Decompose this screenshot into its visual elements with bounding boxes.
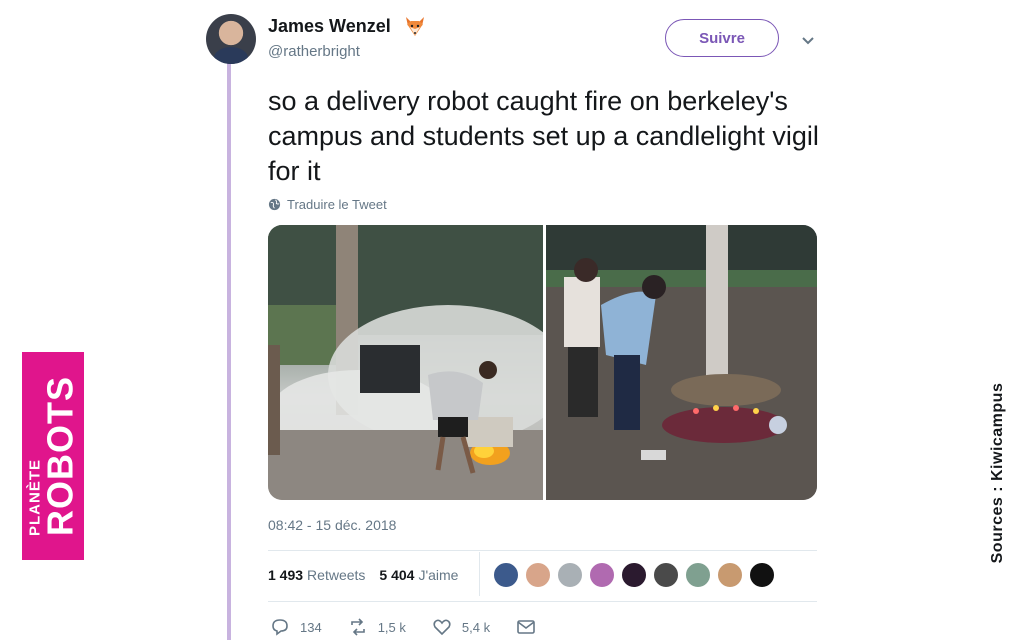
- photo-candlelight-vigil-icon: [546, 225, 817, 500]
- translate-tweet-link[interactable]: Traduire le Tweet: [268, 197, 387, 212]
- avatar-icon[interactable]: [685, 562, 711, 588]
- photo-candlelight-vigil[interactable]: [546, 225, 817, 500]
- photo-robot-fire[interactable]: [268, 225, 543, 500]
- avatar-icon[interactable]: [653, 562, 679, 588]
- reply-count: 134: [300, 619, 322, 635]
- tweet-media[interactable]: [268, 225, 817, 500]
- retweet-count: 1,5 k: [377, 619, 406, 635]
- chevron-down-icon[interactable]: [800, 32, 816, 48]
- globe-icon: [268, 198, 281, 211]
- reply-icon: [272, 619, 288, 636]
- likes-label: J'aime: [418, 567, 459, 583]
- retweets-label: Retweets: [307, 567, 366, 583]
- thread-line: [227, 62, 231, 640]
- envelope-icon: [517, 620, 535, 634]
- avatar-icon[interactable]: [557, 562, 583, 588]
- retweets-stat[interactable]: 1 493 Retweets: [268, 567, 365, 583]
- sources-credit: Sources : Kiwicampus: [989, 382, 1006, 564]
- reply-button[interactable]: 134: [270, 617, 322, 637]
- display-name[interactable]: James Wenzel: [268, 16, 391, 37]
- heart-icon: [433, 619, 451, 636]
- brand-logo: PLANÈTE ROBOTS: [27, 375, 81, 537]
- like-count: 5,4 k: [461, 619, 491, 635]
- brand-line2: ROBOTS: [39, 375, 81, 537]
- direct-message-button[interactable]: [516, 617, 536, 637]
- avatar-icon[interactable]: [621, 562, 647, 588]
- avatar-icon[interactable]: [589, 562, 615, 588]
- user-handle[interactable]: @ratherbright: [268, 43, 360, 60]
- photo-robot-fire-icon: [268, 225, 543, 500]
- like-button[interactable]: 5,4 k: [432, 617, 490, 637]
- divider: [268, 601, 817, 602]
- tweet-stats: 1 493 Retweets 5 404 J'aime: [268, 567, 472, 583]
- retweet-button[interactable]: 1,5 k: [348, 617, 406, 637]
- user-avatar[interactable]: [206, 14, 256, 64]
- tweet-timestamp[interactable]: 08:42 - 15 déc. 2018: [268, 517, 396, 533]
- follow-button[interactable]: Suivre: [665, 19, 779, 57]
- fox-face-icon: [406, 17, 424, 36]
- tweet-text: so a delivery robot caught fire on berke…: [268, 86, 819, 186]
- stats-divider: [479, 552, 480, 596]
- avatar-icon[interactable]: [493, 562, 519, 588]
- likers-avatars[interactable]: [493, 562, 775, 588]
- likes-count: 5 404: [379, 567, 415, 583]
- retweet-icon: [350, 618, 365, 636]
- divider: [268, 550, 817, 551]
- avatar-icon[interactable]: [525, 562, 551, 588]
- tweet-actions: 134 1,5 k 5,4 k: [270, 617, 562, 637]
- retweets-count: 1 493: [268, 567, 304, 583]
- likes-stat[interactable]: 5 404 J'aime: [379, 567, 458, 583]
- translate-label: Traduire le Tweet: [287, 197, 387, 212]
- avatar-icon[interactable]: [749, 562, 775, 588]
- avatar-icon[interactable]: [717, 562, 743, 588]
